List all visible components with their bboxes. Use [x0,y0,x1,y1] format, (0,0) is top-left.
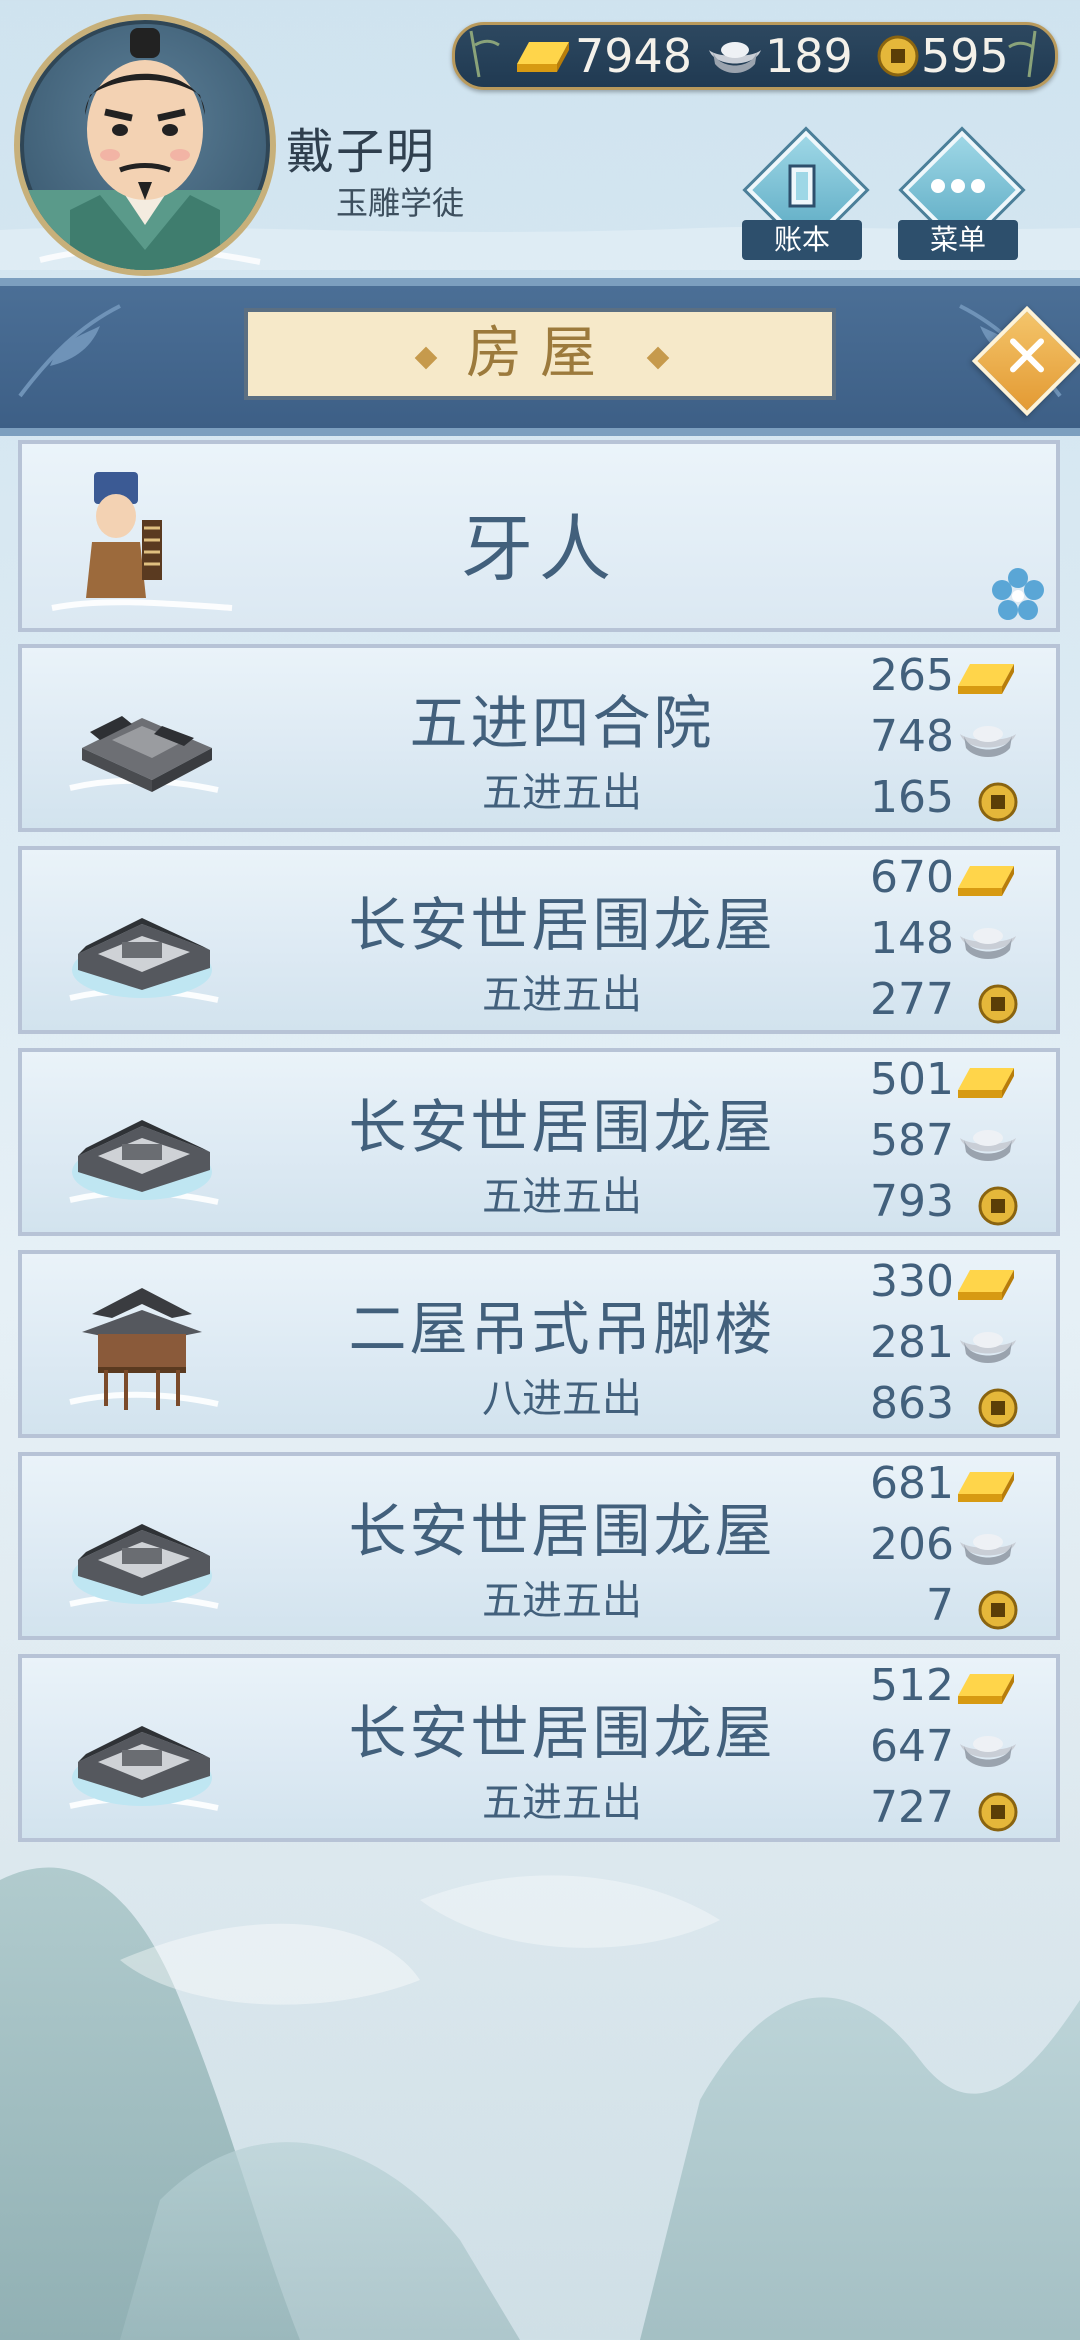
player-rank-title: 玉雕学徒 [336,184,465,222]
silver-price: 148 [870,913,954,964]
silver-price: 748 [870,711,954,762]
gold-bar-icon [517,42,569,72]
silver-price: 281 [870,1317,954,1368]
silver-price: 587 [870,1115,954,1166]
copper-coin-icon [978,984,1018,1024]
gold-counter: 7948 [511,29,692,83]
house-row[interactable]: 长安世居围龙屋 五进五出 670 148 277 [18,846,1060,1034]
gold-price: 265 [870,650,954,701]
silver-ingot-icon [960,1332,1016,1363]
coin-price: 165 [870,772,954,823]
gold-bar-icon [958,664,1014,694]
round-house-icon [69,918,219,1003]
bamboo-decor-icon [469,30,500,78]
house-thumbnail [62,668,222,818]
coin-price: 863 [870,1378,954,1429]
coin-counter: 595 [875,29,1009,83]
house-thumbnail [62,1274,222,1424]
coin-price: 7 [926,1580,954,1631]
silver-ingot-icon [960,726,1016,757]
gold-price: 512 [870,1660,954,1711]
gold-bar-icon [958,1068,1014,1098]
silver-ingot-icon [960,1736,1016,1767]
top-bar: 戴子明 玉雕学徒 7948 189 595 账本 菜单 [0,0,1080,280]
copper-coin-icon [978,782,1018,822]
round-house-icon [69,1120,219,1205]
coin-price: 793 [870,1176,954,1227]
house-thumbnail [62,870,222,1020]
player-name: 戴子明 [286,124,437,180]
stilt-house-icon [69,1288,219,1410]
coin-price: 727 [870,1782,954,1833]
silver-price: 647 [870,1721,954,1772]
house-thumbnail [62,1476,222,1626]
copper-coin-icon [978,1186,1018,1226]
ledger-label: 账本 [742,220,862,260]
copper-coin-icon [978,1388,1018,1428]
copper-coin-icon [978,1590,1018,1630]
gold-bar-icon [958,1674,1014,1704]
copper-coin-icon [978,1792,1018,1832]
bamboo-leaf-icon [18,304,121,398]
gold-price: 501 [870,1054,954,1105]
house-row[interactable]: 长安世居围龙屋 五进五出 512 647 727 [18,1654,1060,1842]
gold-bar-icon [958,866,1014,896]
silver-price: 206 [870,1519,954,1570]
menu-button[interactable]: 菜单 [898,130,1022,260]
close-icon [1010,338,1044,373]
more-dots-icon [931,179,985,193]
gold-bar-icon [958,1270,1014,1300]
bamboo-decor-icon [1008,30,1037,78]
copper-coin-icon [877,35,919,77]
courtyard-house-icon [69,716,219,793]
round-house-icon [69,1524,219,1609]
silver-ingot-icon [960,928,1016,959]
silver-ingot-icon [960,1534,1016,1565]
panel-title-band: 房屋 [0,278,1080,436]
gold-bar-icon [958,1472,1014,1502]
ledger-button[interactable]: 账本 [742,130,866,260]
silver-ingot-icon [960,1130,1016,1161]
scholar-portrait-icon [20,28,270,270]
menu-label: 菜单 [898,220,1018,260]
gold-price: 681 [870,1458,954,1509]
currency-bar: 7948 189 595 [452,22,1058,90]
round-house-icon [69,1726,219,1811]
silver-ingot-icon [709,42,761,73]
broker-label: 牙人 [460,507,617,591]
gold-price: 330 [870,1256,954,1307]
house-thumbnail [62,1072,222,1222]
panel-title-plaque: 房屋 [244,308,836,400]
silver-counter: 189 [705,29,853,83]
house-row[interactable]: 长安世居围龙屋 五进五出 681 206 7 [18,1452,1060,1640]
house-row[interactable]: 五进四合院 五进五出 265 748 165 [18,644,1060,832]
flower-decor-icon [992,568,1044,620]
broker-row[interactable]: 牙人 [18,440,1060,632]
gold-price: 670 [870,852,954,903]
player-avatar[interactable] [14,14,276,276]
coin-price: 277 [870,974,954,1025]
book-icon [788,164,816,208]
house-row[interactable]: 长安世居围龙屋 五进五出 501 587 793 [18,1048,1060,1236]
house-thumbnail [62,1678,222,1828]
house-row[interactable]: 二屋吊式吊脚楼 八进五出 330 281 863 [18,1250,1060,1438]
panel-title: 房屋 [466,321,614,386]
